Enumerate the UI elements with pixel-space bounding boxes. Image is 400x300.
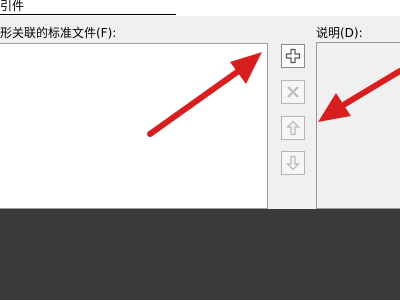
remove-button[interactable]	[281, 80, 305, 104]
standard-files-label: 形关联的标准文件(F):	[0, 26, 117, 40]
move-up-button[interactable]	[281, 116, 305, 140]
title-divider	[0, 14, 176, 15]
background-panel	[0, 209, 400, 300]
arrow-up-icon	[285, 120, 301, 136]
description-box	[316, 42, 400, 209]
plus-icon	[285, 48, 301, 64]
x-icon	[285, 84, 301, 100]
description-label: 说明(D):	[316, 26, 363, 40]
move-down-button[interactable]	[281, 151, 305, 175]
standard-files-list[interactable]	[0, 43, 268, 209]
add-button[interactable]	[281, 44, 305, 68]
window-title: 引件	[0, 0, 25, 13]
arrow-down-icon	[285, 155, 301, 171]
